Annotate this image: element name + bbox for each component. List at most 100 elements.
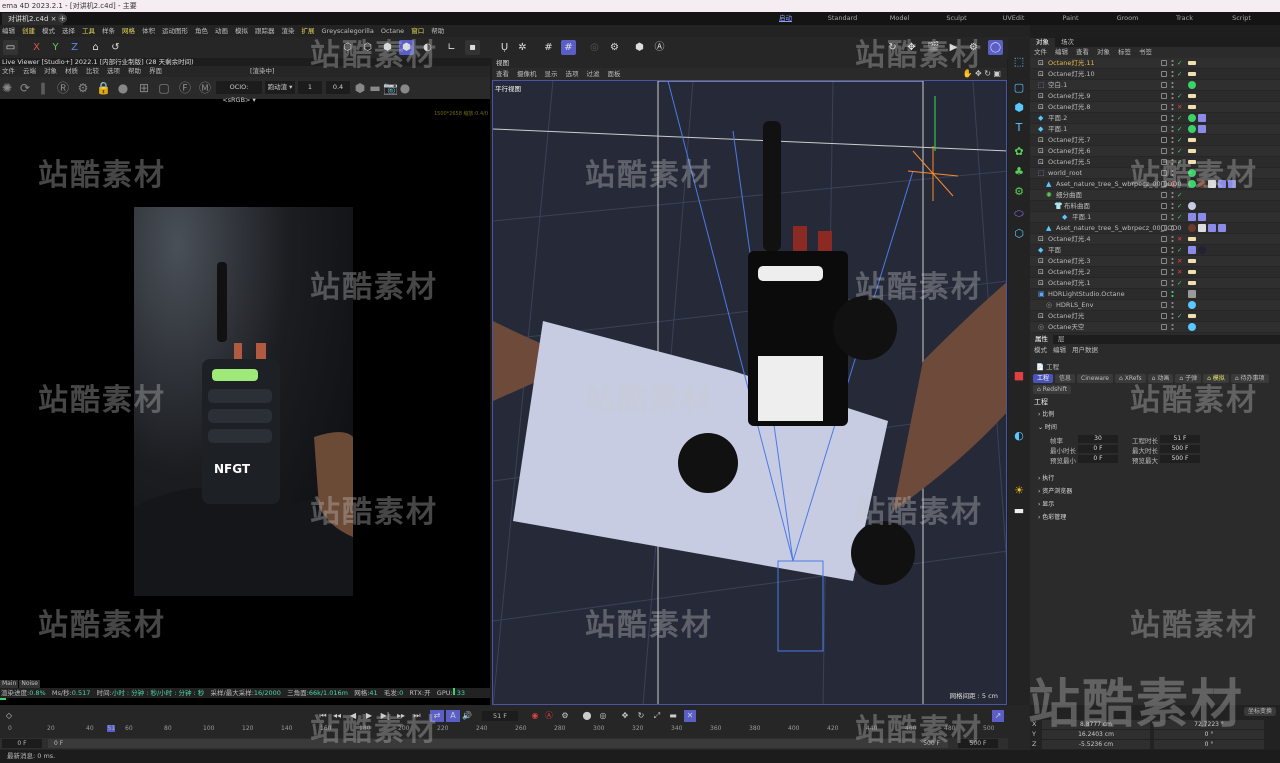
material-tag[interactable] [1188,180,1196,188]
visibility-toggle[interactable] [1161,192,1167,198]
new-tab-button[interactable]: + [58,14,67,23]
dark-material-tag[interactable] [1198,246,1206,254]
range-slider[interactable]: 0 F 500 F [48,739,948,748]
render-visibility-dots[interactable] [1171,213,1174,221]
object-row[interactable]: ◆ 平面.1 ✓ [1030,212,1280,223]
render-view-icon[interactable]: 🎬 [926,40,941,55]
symmetry-icon[interactable]: ◎ [587,40,602,55]
cloth-tag[interactable] [1188,213,1196,221]
move-view-icon[interactable]: ✥ [904,40,919,55]
visibility-toggle[interactable] [1161,82,1167,88]
visibility-toggle[interactable] [1161,280,1167,286]
max-time-field[interactable]: 500 F [1160,445,1200,453]
menu-item[interactable]: 窗口 [411,25,424,37]
layout-tab-启动[interactable]: 启动 [757,12,814,25]
render-visibility-dots[interactable] [1171,81,1174,89]
prev-key-icon[interactable]: ◂◂ [332,710,342,722]
viewport-canvas[interactable]: 平行视图 网格间距 : 5 cm [492,80,1007,705]
render-visibility-dots[interactable] [1171,301,1174,309]
light-tag[interactable] [1188,160,1196,164]
deformer-icon[interactable]: ⬭ [1011,206,1027,222]
texture-mode-icon[interactable]: ◐ [420,40,435,55]
value-field-1[interactable]: 1 [298,81,322,94]
attribute-tab-chip[interactable]: ⌂ Redshift [1033,385,1072,394]
project-length-field[interactable]: 51 F [1160,435,1200,443]
visibility-toggle[interactable] [1161,181,1167,187]
generator-icon[interactable]: ✿ [1011,144,1027,160]
render-visibility-dots[interactable] [1171,323,1174,331]
attribute-menu-item[interactable]: 编辑 [1053,344,1066,357]
fps-field[interactable]: 30 [1078,435,1118,443]
object-row[interactable]: ⊡ Octane灯光.1 ✓ [1030,278,1280,289]
live-viewer-menu-item[interactable]: 材质 [65,66,78,77]
object-row[interactable]: ⊡ Octane灯光.10 ✓ [1030,69,1280,80]
tab-main[interactable]: Main [0,680,19,688]
enabled-check-icon[interactable]: ✓ [1177,69,1182,80]
light-tag[interactable] [1188,94,1196,98]
viewport-menu-item[interactable]: 查看 [496,68,509,80]
layout-tab-standard[interactable]: Standard [814,12,871,25]
attribute-tab-chip[interactable]: 工程 [1033,374,1054,383]
render-visibility-dots[interactable] [1171,136,1174,144]
object-row[interactable]: ▣ HDRLightStudio.Octane [1030,289,1280,300]
hexagon-icon[interactable]: ⬢ [632,40,647,55]
render-visibility-dots[interactable] [1171,59,1174,67]
viewport-menu-item[interactable]: 选项 [566,68,579,80]
render-visibility-dots[interactable] [1171,202,1174,210]
render-visibility-dots[interactable] [1171,279,1174,287]
preview-min-field[interactable]: 0 F [1078,455,1118,463]
menu-item[interactable]: 工具 [82,25,95,37]
play-icon[interactable]: ▶ [364,710,374,722]
menu-item[interactable]: 扩展 [302,25,315,37]
light-icon[interactable]: ☀ [1011,483,1027,499]
object-row[interactable]: ⊡ Octane灯光.6 ✓ [1030,146,1280,157]
enabled-check-icon[interactable]: ✓ [1177,113,1182,124]
uv-tag[interactable] [1198,125,1206,133]
material-tag[interactable] [1188,81,1196,89]
render-visibility-dots[interactable] [1171,191,1174,199]
viewport-nav-icons[interactable]: ✋ ✥ ↻ ▣ [962,69,1001,78]
object-row[interactable]: ⊡ Octane灯光.2 ✕ [1030,267,1280,278]
render-visibility-dots[interactable] [1171,290,1174,298]
layout-tab-paint[interactable]: Paint [1042,12,1099,25]
menu-item[interactable]: 帮助 [431,25,444,37]
uv-tag[interactable] [1198,114,1206,122]
material-pick-icon[interactable]: Ⓜ [198,81,212,95]
object-menu-item[interactable]: 标签 [1118,47,1131,58]
visibility-toggle[interactable] [1161,203,1167,209]
object-menu-item[interactable]: 查看 [1076,47,1089,58]
menu-item[interactable]: 跟踪器 [255,25,275,37]
object-row[interactable]: ◆ 平面.1 ✓ [1030,124,1280,135]
attribute-menu-item[interactable]: 用户数据 [1072,344,1098,357]
uv-tag[interactable] [1188,246,1196,254]
attribute-tab-chip[interactable]: ⌂ 模拟 [1203,374,1229,383]
menu-item[interactable]: 样条 [102,25,115,37]
rotate-icon[interactable]: ↺ [108,40,123,55]
disabled-tag[interactable] [1188,290,1196,298]
material-tag[interactable] [1188,125,1196,133]
visibility-toggle[interactable] [1161,148,1167,154]
axis-z-lock[interactable]: Z [67,40,82,55]
object-row[interactable]: ✺ 细分曲面 ✓ [1030,190,1280,201]
enabled-check-icon[interactable]: ✓ [1177,58,1182,69]
render-visibility-dots[interactable] [1171,103,1174,111]
visibility-toggle[interactable] [1161,247,1167,253]
render-visibility-dots[interactable] [1171,158,1174,166]
end-frame-field[interactable]: 500 F [958,739,998,748]
rotate-view-icon[interactable]: ↻ [885,40,900,55]
object-row[interactable]: ▲ Aset_nature_tree_S_wbrpecz_00_LOD0 [1030,179,1280,190]
primitive-icon[interactable]: ⬢ [1011,100,1027,116]
restart-icon[interactable]: ✺ [0,81,14,95]
enabled-check-icon[interactable]: ✓ [1177,135,1182,146]
object-row[interactable]: ⊡ Octane灯光.8 ✕ [1030,102,1280,113]
lock-icon[interactable]: 🔒 [96,81,111,95]
motion-icon[interactable]: ⬤ [582,710,592,722]
focus-pick-icon[interactable]: Ⓕ [178,81,192,95]
document-tab[interactable]: 对讲机2.c4d × [2,13,63,25]
edges-mode-icon[interactable]: ⬡ [360,40,375,55]
texture-tag[interactable] [1188,224,1196,232]
tab-objects[interactable]: 对象 [1030,38,1055,47]
light-tag[interactable] [1188,61,1196,65]
object-row[interactable]: ◆ 平面 ✓ [1030,245,1280,256]
attribute-menu-item[interactable]: 模式 [1034,344,1047,357]
